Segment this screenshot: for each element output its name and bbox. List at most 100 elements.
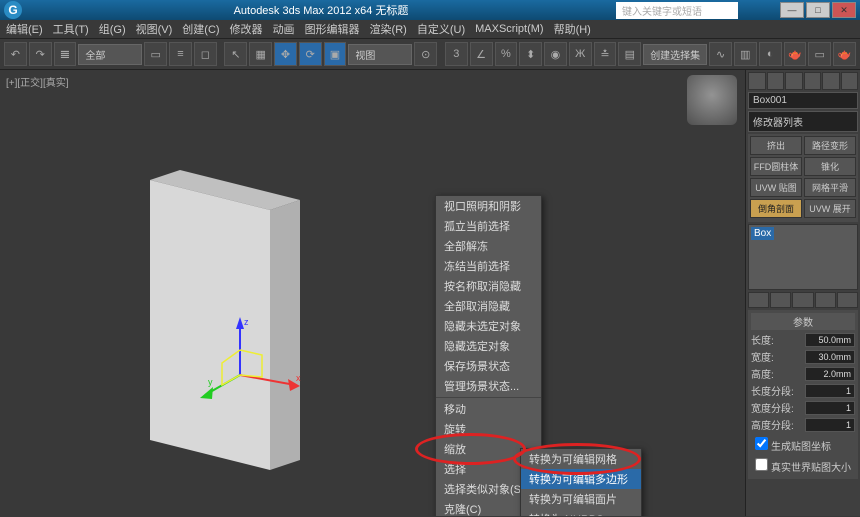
menu-create[interactable]: 创建(C): [182, 21, 219, 37]
render-icon[interactable]: 🫖: [833, 42, 856, 66]
maximize-button[interactable]: □: [806, 2, 830, 18]
btn-ffd[interactable]: FFD圆柱体: [750, 157, 802, 176]
pin-stack-icon[interactable]: [748, 292, 769, 308]
link-icon[interactable]: 𝌆: [54, 42, 77, 66]
menu-tools[interactable]: 工具(T): [53, 21, 89, 37]
tab-create-icon[interactable]: [748, 72, 766, 90]
selection-set[interactable]: 创建选择集: [643, 44, 707, 65]
tab-hierarchy-icon[interactable]: [785, 72, 803, 90]
btn-uvwunwrap[interactable]: UVW 展开: [804, 199, 856, 218]
val-wseg[interactable]: 1: [805, 401, 855, 415]
select-icon[interactable]: ▭: [144, 42, 167, 66]
lbl-height: 高度:: [751, 366, 774, 381]
show-end-icon[interactable]: [770, 292, 791, 308]
app-logo[interactable]: G: [4, 1, 22, 19]
render-frame-icon[interactable]: ▭: [808, 42, 831, 66]
align-icon[interactable]: ≛: [594, 42, 617, 66]
btn-pathdeform[interactable]: 路径变形: [804, 136, 856, 155]
menu-modifiers[interactable]: 修改器: [230, 21, 263, 37]
spinner-snap-icon[interactable]: ⬍: [519, 42, 542, 66]
mi-hide-sel[interactable]: 隐藏选定对象: [436, 336, 541, 356]
mi-unhide-name[interactable]: 按名称取消隐藏: [436, 276, 541, 296]
stack-item-box[interactable]: Box: [751, 227, 774, 240]
undo-icon[interactable]: ↶: [4, 42, 27, 66]
cb-realworld[interactable]: 真实世界贴图大小: [751, 455, 851, 474]
curve-editor-icon[interactable]: ∿: [709, 42, 732, 66]
val-hseg[interactable]: 1: [805, 418, 855, 432]
select-rect-icon[interactable]: ◻: [194, 42, 217, 66]
menu-customize[interactable]: 自定义(U): [417, 21, 465, 37]
btn-extrude[interactable]: 挤出: [750, 136, 802, 155]
menu-maxscript[interactable]: MAXScript(M): [475, 23, 543, 35]
modifier-stack[interactable]: Box: [748, 224, 858, 290]
mi-viewport-lighting[interactable]: 视口照明和阴影: [436, 196, 541, 216]
menu-render[interactable]: 渲染(R): [370, 21, 407, 37]
mirror-icon[interactable]: Ж: [569, 42, 592, 66]
pivot-icon[interactable]: ⊙: [414, 42, 437, 66]
configure-icon[interactable]: [837, 292, 858, 308]
transform-gizmo[interactable]: z x y: [200, 315, 320, 405]
mi-to-editable-poly[interactable]: 转换为可编辑多边形: [521, 469, 641, 489]
mi-save-state[interactable]: 保存场景状态: [436, 356, 541, 376]
window-crossing-icon[interactable]: ▦: [249, 42, 272, 66]
view-cube[interactable]: [687, 75, 737, 125]
btn-bevelprofile[interactable]: 倒角剖面: [750, 199, 802, 218]
menu-group[interactable]: 组(G): [99, 21, 126, 37]
coord-select[interactable]: 视图: [348, 44, 412, 65]
rotate-icon[interactable]: ⟳: [299, 42, 322, 66]
render-setup-icon[interactable]: 🫖: [784, 42, 807, 66]
mi-hide-unsel[interactable]: 隐藏未选定对象: [436, 316, 541, 336]
named-sel-icon[interactable]: ◉: [544, 42, 567, 66]
btn-meshsmooth[interactable]: 网格平滑: [804, 178, 856, 197]
menu-edit[interactable]: 编辑(E): [6, 21, 43, 37]
mi-rotate[interactable]: 旋转: [436, 419, 541, 439]
remove-mod-icon[interactable]: [815, 292, 836, 308]
scale-icon[interactable]: ▣: [324, 42, 347, 66]
val-height[interactable]: 2.0mm: [805, 367, 855, 381]
object-name-field[interactable]: Box001: [748, 92, 858, 109]
menu-view[interactable]: 视图(V): [136, 21, 173, 37]
params-header[interactable]: 参数: [751, 313, 855, 330]
btn-uvwmap[interactable]: UVW 贴图: [750, 178, 802, 197]
viewport-label[interactable]: [+][正交][真实]: [6, 74, 69, 89]
mi-manage-state[interactable]: 管理场景状态...: [436, 376, 541, 396]
filter-select[interactable]: 全部: [78, 44, 142, 65]
tab-utilities-icon[interactable]: [841, 72, 859, 90]
close-button[interactable]: ✕: [832, 2, 856, 18]
mi-move[interactable]: 移动: [436, 399, 541, 419]
cb-genmap[interactable]: 生成贴图坐标: [751, 434, 831, 453]
mi-to-editable-patch[interactable]: 转换为可编辑面片: [521, 489, 641, 509]
menu-grapheditors[interactable]: 图形编辑器: [305, 21, 360, 37]
search-input[interactable]: 键入关键字或短语: [616, 2, 738, 19]
angle-snap-icon[interactable]: ∠: [470, 42, 493, 66]
viewport[interactable]: [+][正交][真实] z x y 视口照明和阴影 孤立当前选择 全部解: [0, 70, 745, 516]
redo-icon[interactable]: ↷: [29, 42, 52, 66]
material-icon[interactable]: ◐: [759, 42, 782, 66]
val-width[interactable]: 30.0mm: [805, 350, 855, 364]
modifier-list-select[interactable]: 修改器列表: [748, 111, 858, 132]
tab-modify-icon[interactable]: [767, 72, 785, 90]
mi-isolate[interactable]: 孤立当前选择: [436, 216, 541, 236]
tab-motion-icon[interactable]: [804, 72, 822, 90]
tab-display-icon[interactable]: [822, 72, 840, 90]
cursor-icon[interactable]: ↖: [224, 42, 247, 66]
val-lseg[interactable]: 1: [805, 384, 855, 398]
mi-unhide-all[interactable]: 全部取消隐藏: [436, 296, 541, 316]
select-name-icon[interactable]: ≡: [169, 42, 192, 66]
schematic-icon[interactable]: ▥: [734, 42, 757, 66]
unique-icon[interactable]: [792, 292, 813, 308]
minimize-button[interactable]: —: [780, 2, 804, 18]
mi-to-nurbs[interactable]: 转换为 NURBS: [521, 509, 641, 516]
menu-help[interactable]: 帮助(H): [554, 21, 591, 37]
lbl-lseg: 长度分段:: [751, 383, 794, 398]
menu-animation[interactable]: 动画: [273, 21, 295, 37]
percent-snap-icon[interactable]: %: [495, 42, 518, 66]
move-icon[interactable]: ✥: [274, 42, 297, 66]
val-length[interactable]: 50.0mm: [805, 333, 855, 347]
snap-icon[interactable]: 3: [445, 42, 468, 66]
btn-taper[interactable]: 锥化: [804, 157, 856, 176]
mi-freeze[interactable]: 冻结当前选择: [436, 256, 541, 276]
mi-to-editable-mesh[interactable]: 转换为可编辑网格: [521, 449, 641, 469]
mi-unfreeze-all[interactable]: 全部解冻: [436, 236, 541, 256]
layers-icon[interactable]: ▤: [618, 42, 641, 66]
